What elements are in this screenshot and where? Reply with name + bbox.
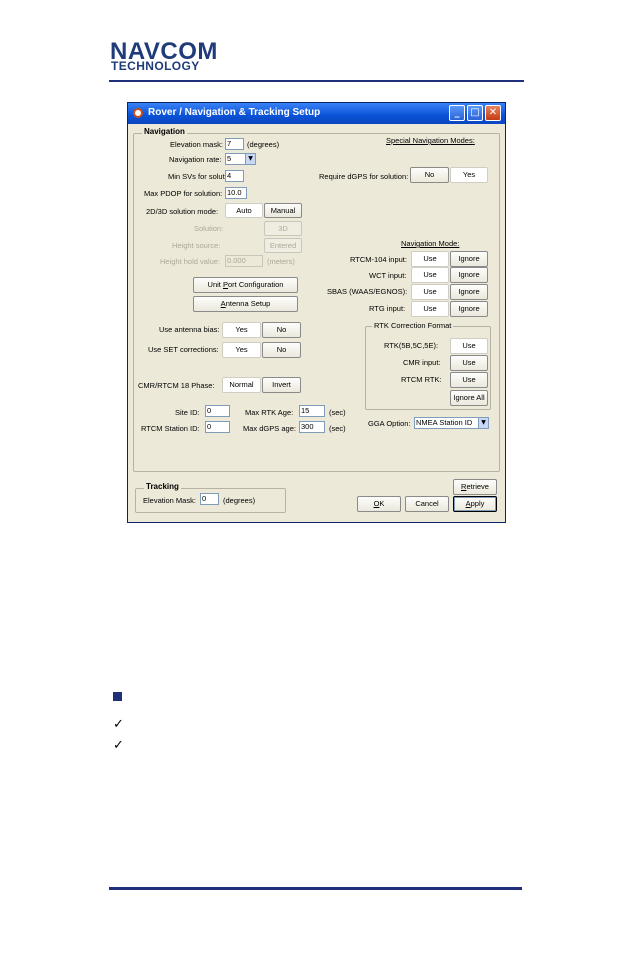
max-rtk-age-unit: (sec) [329, 408, 346, 417]
antenna-bias-label: Use antenna bias: [159, 325, 220, 334]
wct-label: WCT input: [369, 271, 407, 280]
gga-option-label: GGA Option: [368, 419, 411, 428]
height-source-label: Height source: [172, 241, 221, 250]
antenna-setup-button[interactable]: Antenna Setup [193, 296, 298, 312]
rtg-use-button[interactable]: Use [411, 301, 449, 317]
rtg-ignore-button[interactable]: Ignore [450, 301, 488, 317]
max-rtk-age-label: Max RTK Age: [245, 408, 294, 417]
height-source-entered-button[interactable]: Entered [264, 238, 302, 253]
rtg-label: RTG input: [369, 304, 406, 313]
solution-mode-manual-button[interactable]: Manual [264, 203, 302, 218]
chevron-down-icon[interactable]: ▼ [245, 154, 255, 164]
require-dgps-label: Require dGPS for solution: [319, 172, 409, 181]
solution-label: Solution: [194, 224, 224, 233]
elevation-mask-input[interactable]: 7 [225, 138, 244, 150]
cmr-phase-invert-button[interactable]: Invert [262, 377, 301, 393]
tracking-elevation-input[interactable]: 0 [200, 493, 219, 505]
min-svs-input[interactable]: 4 [225, 170, 244, 182]
app-icon [133, 108, 143, 118]
minimize-button[interactable]: _ [449, 105, 465, 121]
navigation-rate-select[interactable]: 5 ▼ [225, 153, 256, 165]
max-dgps-age-label: Max dGPS age: [243, 424, 296, 433]
rtcm104-label: RTCM-104 input: [350, 255, 407, 264]
max-rtk-age-input[interactable]: 15 [299, 405, 325, 417]
elevation-mask-unit: (degrees) [247, 140, 280, 149]
rtcm-station-id-input[interactable]: 0 [205, 421, 230, 433]
site-id-input[interactable]: 0 [205, 405, 230, 417]
checkmark-icon: ✓ [113, 738, 124, 753]
antenna-text-b: ntenna Setup [225, 299, 271, 308]
antenna-bias-no-button[interactable]: No [262, 322, 301, 338]
cmr-phase-normal-button[interactable]: Normal [222, 377, 261, 393]
title-bar[interactable]: Rover / Navigation & Tracking Setup _ □ … [128, 103, 505, 124]
rtcm104-use-button[interactable]: Use [411, 251, 449, 267]
bullet-square-icon [113, 692, 122, 701]
ok-button[interactable]: OK [357, 496, 401, 512]
apply-button[interactable]: Apply [453, 496, 497, 512]
header-rule [109, 80, 524, 82]
require-dgps-yes-button[interactable]: Yes [450, 167, 488, 183]
rover-setup-window: Rover / Navigation & Tracking Setup _ □ … [127, 102, 506, 523]
sbas-ignore-button[interactable]: Ignore [450, 284, 488, 300]
height-hold-input[interactable]: 0.000 [225, 255, 263, 267]
rtcm104-ignore-button[interactable]: Ignore [450, 251, 488, 267]
tracking-group-title: Tracking [144, 482, 181, 491]
rtcm-rtk-label: RTCM RTK: [401, 375, 442, 384]
tracking-elevation-label: Elevation Mask: [143, 496, 196, 505]
apply-text: pply [470, 499, 485, 508]
cancel-button[interactable]: Cancel [405, 496, 449, 512]
cmr-input-use-button[interactable]: Use [450, 355, 488, 371]
gga-option-select[interactable]: NMEA Station ID ▼ [414, 417, 489, 429]
antenna-bias-yes-button[interactable]: Yes [222, 322, 261, 338]
sbas-label: SBAS (WAAS/EGNOS): [327, 287, 408, 296]
retrieve-text: etrieve [466, 482, 489, 491]
checkmark-icon: ✓ [113, 717, 124, 732]
max-dgps-age-input[interactable]: 300 [299, 421, 325, 433]
solution-mode-auto-button[interactable]: Auto [225, 203, 263, 218]
unit-port-text-a: Unit [207, 280, 223, 289]
tracking-elevation-unit: (degrees) [223, 496, 256, 505]
set-corrections-yes-button[interactable]: Yes [222, 342, 261, 358]
navigation-mode-heading: Navigation Mode: [401, 239, 460, 248]
elevation-mask-label: Elevation mask: [170, 140, 223, 149]
site-id-label: Site ID: [175, 408, 200, 417]
max-pdop-input[interactable]: 10.0 [225, 187, 247, 199]
set-corrections-no-button[interactable]: No [262, 342, 301, 358]
rtk-5b-use-button[interactable]: Use [450, 338, 488, 354]
rtk-5b-label: RTK(5B,5C,5E): [384, 341, 439, 350]
navigation-rate-label: Navigation rate: [169, 155, 222, 164]
solution-mode-label: 2D/3D solution mode: [146, 207, 219, 216]
unit-port-configuration-button[interactable]: Unit Port Configuration [193, 277, 298, 293]
require-dgps-no-button[interactable]: No [410, 167, 449, 183]
footer-rule [109, 887, 522, 890]
height-hold-label: Height hold value: [160, 257, 221, 266]
solution-3d-button[interactable]: 3D [264, 221, 302, 236]
ok-text: K [379, 499, 385, 508]
max-pdop-label: Max PDOP for solution: [144, 189, 223, 198]
sbas-use-button[interactable]: Use [411, 284, 449, 300]
cmr-phase-label: CMR/RTCM 18 Phase: [138, 381, 215, 390]
retrieve-button[interactable]: Retrieve [453, 479, 497, 495]
window-title: Rover / Navigation & Tracking Setup [148, 107, 321, 118]
navigation-group-title: Navigation [142, 127, 187, 136]
rtk-format-title: RTK Correction Format [372, 321, 454, 330]
navigation-rate-value: 5 [227, 154, 232, 163]
rtcm-station-id-label: RTCM Station ID: [141, 424, 200, 433]
wct-ignore-button[interactable]: Ignore [450, 267, 488, 283]
max-dgps-age-unit: (sec) [329, 424, 346, 433]
special-nav-modes-heading: Special Navigation Modes: [386, 136, 475, 145]
wct-use-button[interactable]: Use [411, 267, 449, 283]
unit-port-text-b: ort Configuration [227, 280, 284, 289]
set-corrections-label: Use SET corrections: [148, 345, 219, 354]
navcom-logo-subtitle: TECHNOLOGY [111, 59, 200, 73]
chevron-down-icon[interactable]: ▼ [478, 418, 488, 428]
close-button[interactable]: ✕ [485, 105, 501, 121]
gga-option-value: NMEA Station ID [416, 418, 473, 427]
cmr-input-label: CMR input: [403, 358, 441, 367]
height-hold-unit: (meters) [267, 257, 295, 266]
rtcm-rtk-use-button[interactable]: Use [450, 372, 488, 388]
maximize-button[interactable]: □ [467, 105, 483, 121]
ignore-all-button[interactable]: Ignore All [450, 390, 488, 406]
